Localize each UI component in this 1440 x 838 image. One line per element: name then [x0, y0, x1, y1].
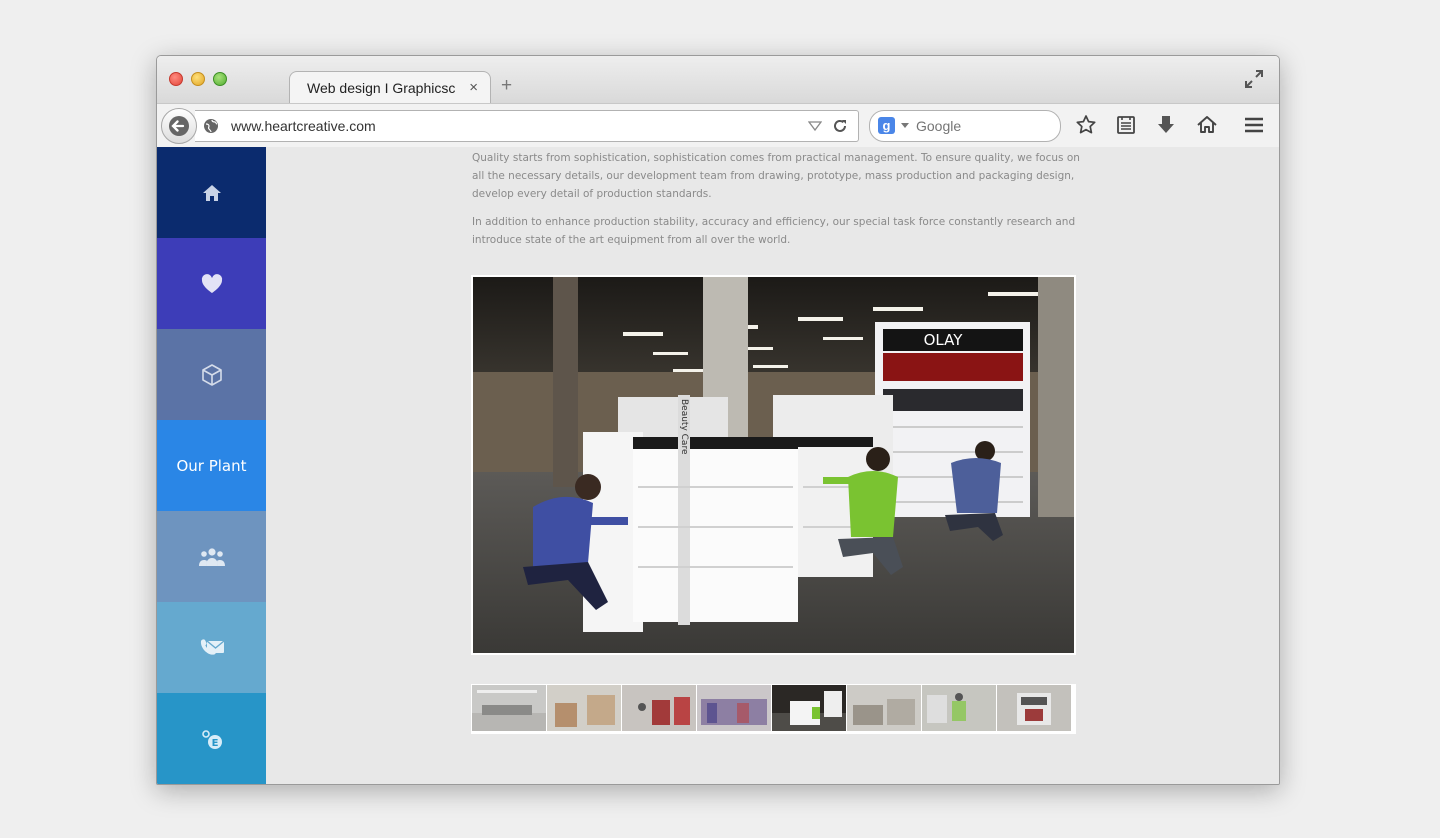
tab-title: Web design I Graphicsc	[307, 80, 456, 96]
thumbnail-6[interactable]	[847, 685, 921, 731]
search-input[interactable]	[916, 118, 1051, 134]
sidebar-item-about[interactable]	[157, 238, 266, 329]
search-box[interactable]: g	[869, 110, 1061, 142]
factory-workers-photo: OLAY Beauty Care	[473, 277, 1074, 653]
site-sidebar: Our Plant E	[157, 147, 266, 784]
back-button[interactable]	[161, 108, 197, 144]
sidebar-item-home[interactable]	[157, 147, 266, 238]
plant-description: Quality starts from sophistication, soph…	[472, 149, 1082, 259]
google-engine-icon[interactable]: g	[878, 117, 895, 134]
thumbnail-3[interactable]	[622, 685, 696, 731]
thumbnail-8[interactable]	[997, 685, 1071, 731]
menu-icon[interactable]	[1243, 114, 1265, 136]
thumbnail-7[interactable]	[922, 685, 996, 731]
home-icon	[202, 184, 221, 201]
sidebar-item-team[interactable]	[157, 511, 266, 602]
browser-window: Web design I Graphicsc × + www.heartcrea…	[156, 55, 1280, 785]
sidebar-item-label: Our Plant	[176, 456, 247, 475]
sidebar-item-language[interactable]: E	[157, 693, 266, 784]
reload-icon[interactable]	[832, 118, 848, 134]
url-text: www.heartcreative.com	[231, 118, 376, 134]
paragraph-quality: Quality starts from sophistication, soph…	[472, 152, 1080, 200]
sidebar-item-products[interactable]	[157, 329, 266, 420]
thumbnail-4[interactable]	[697, 685, 771, 731]
zoom-window-button[interactable]	[213, 72, 227, 86]
tab-bar: Web design I Graphicsc × +	[157, 56, 1279, 105]
url-bar[interactable]: www.heartcreative.com	[195, 110, 859, 142]
globe-icon	[204, 119, 218, 133]
sidebar-item-contact[interactable]	[157, 602, 266, 693]
thumbnail-2[interactable]	[547, 685, 621, 731]
team-icon	[198, 547, 225, 566]
main-factory-photo: OLAY Beauty Care	[471, 275, 1076, 655]
thumbnail-strip	[471, 684, 1076, 734]
home-icon[interactable]	[1196, 114, 1218, 136]
bookmark-star-icon[interactable]	[1075, 114, 1097, 136]
chevron-down-icon[interactable]	[901, 123, 909, 128]
url-history-dropdown-icon[interactable]	[808, 120, 822, 132]
browser-tab[interactable]: Web design I Graphicsc ×	[289, 71, 491, 105]
minimize-window-button[interactable]	[191, 72, 205, 86]
fullscreen-icon[interactable]	[1243, 68, 1265, 90]
thumbnail-1[interactable]	[472, 685, 546, 731]
tab-close-icon[interactable]: ×	[469, 79, 478, 96]
download-icon[interactable]	[1155, 114, 1177, 136]
navigation-bar: www.heartcreative.com g	[157, 103, 1279, 148]
paragraph-equipment: In addition to enhance production stabil…	[472, 216, 1076, 246]
page-content: Our Plant E Quality starts from sophisti…	[157, 147, 1279, 784]
olay-sign: OLAY	[924, 331, 964, 349]
heart-icon	[201, 273, 222, 293]
new-tab-button[interactable]: +	[501, 75, 512, 97]
back-arrow-icon	[169, 116, 189, 136]
svg-text:E: E	[211, 738, 218, 749]
thumbnail-5-selected[interactable]	[772, 685, 846, 731]
sidebar-item-our-plant[interactable]: Our Plant	[157, 420, 266, 511]
contact-icon	[200, 638, 224, 655]
box-icon	[201, 363, 222, 386]
bookmarks-list-icon[interactable]	[1115, 114, 1137, 136]
language-icon: E	[201, 729, 222, 749]
beauty-care-panel: Beauty Care	[679, 399, 689, 455]
close-window-button[interactable]	[169, 72, 183, 86]
